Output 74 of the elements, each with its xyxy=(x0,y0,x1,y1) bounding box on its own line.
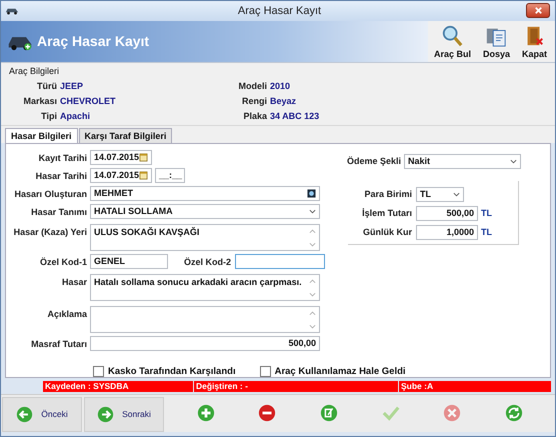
field-label: Türü xyxy=(36,80,57,91)
toolbar-button[interactable]: Dosya xyxy=(476,22,516,62)
field-label: İşlem Tutarı xyxy=(361,208,413,218)
field-label: Hasarı Oluşturan xyxy=(13,188,88,199)
field-label: Hasar (Kaza) Yeri xyxy=(12,226,88,237)
chevron-icon xyxy=(309,208,316,214)
close-icon xyxy=(534,6,542,16)
nav-button[interactable]: Sonraki xyxy=(84,396,164,432)
status-cell: Değiştiren : - xyxy=(194,380,398,392)
field-label: Plaka xyxy=(242,110,267,121)
tab[interactable]: Hasar Bilgileri xyxy=(5,128,78,144)
text-field[interactable] xyxy=(235,254,326,269)
section-title: Araç Bilgileri xyxy=(9,66,60,76)
field-value: 34 ABC 123 xyxy=(270,110,320,121)
amount-field[interactable]: 500,00 xyxy=(416,206,478,221)
minus-icon xyxy=(258,404,276,422)
status-cell: Şube :A xyxy=(399,380,551,392)
field-label: Markası xyxy=(22,96,57,106)
date-field[interactable]: 14.07.2015 xyxy=(90,168,152,183)
field-label: Para Birimi xyxy=(363,189,413,200)
dropdown[interactable]: HATALI SOLLAMA xyxy=(90,204,320,219)
cross-icon xyxy=(443,404,462,422)
car-icon xyxy=(5,6,19,16)
field-label: Açıklama xyxy=(46,308,88,319)
magnifier-icon xyxy=(441,24,464,47)
nav-button[interactable]: Önceki xyxy=(2,396,82,432)
field-value: CHEVROLET xyxy=(60,96,116,106)
field-value: Beyaz xyxy=(270,96,296,106)
calendar-icon xyxy=(139,152,148,162)
currency-unit: TL xyxy=(481,227,492,238)
calendar-icon xyxy=(139,170,148,180)
lookup-field[interactable]: MEHMET xyxy=(90,186,320,201)
lookup-icon xyxy=(307,188,316,198)
tab[interactable]: Karşı Taraf Bilgileri xyxy=(78,128,172,143)
window-title: Araç Hasar Kayıt xyxy=(236,4,322,17)
amount-field[interactable]: 500,00 xyxy=(90,336,320,351)
chevron-icon xyxy=(453,192,460,197)
dropdown[interactable]: TL xyxy=(416,186,464,202)
text-area[interactable]: ULUS SOKAĞI KAVŞAĞI xyxy=(90,224,320,251)
date-field[interactable]: 14.07.2015 xyxy=(90,150,152,165)
toolbar-button[interactable]: Kapat xyxy=(516,22,553,62)
field-label: Hasar xyxy=(60,276,88,287)
field-value: 2010 xyxy=(270,80,290,91)
time-field[interactable]: __:__ xyxy=(155,168,186,183)
field-value: Apachi xyxy=(60,110,90,121)
field-value: JEEP xyxy=(60,80,84,91)
currency-unit: TL xyxy=(481,208,492,218)
checkbox[interactable]: Araç Kullanılamaz Hale Geldi xyxy=(260,366,406,377)
field-label: Özel Kod-2 xyxy=(184,256,232,267)
header-title: Araç Hasar Kayıt xyxy=(37,33,150,50)
amount-field[interactable]: 1,0000 xyxy=(416,224,478,240)
field-label: Masraf Tutarı xyxy=(30,338,88,349)
field-label: Ödeme Şekli xyxy=(346,156,402,166)
chevron-icon xyxy=(510,158,517,164)
field-label: Rengi xyxy=(240,96,267,106)
field-label: Hasar Tanımı xyxy=(30,206,88,217)
checkmark-icon xyxy=(382,404,400,422)
edit-icon xyxy=(320,404,338,422)
field-label: Tipi xyxy=(40,110,57,121)
field-label: Özel Kod-1 xyxy=(38,256,88,267)
status-cell: Kaydeden : SYSDBA xyxy=(43,380,193,392)
text-field[interactable]: GENEL xyxy=(90,254,168,269)
field-label: Günlük Kur xyxy=(362,227,413,238)
plus-icon xyxy=(196,404,215,422)
text-area[interactable] xyxy=(90,306,320,333)
close-button[interactable] xyxy=(526,3,550,18)
field-label: Modeli xyxy=(238,80,267,91)
field-label: Hasar Tarihi xyxy=(34,170,88,181)
dropdown[interactable]: Nakit xyxy=(404,154,521,169)
field-label: Kayıt Tarihi xyxy=(38,152,88,163)
checkbox[interactable]: Kasko Tarafından Karşılandı xyxy=(93,366,236,377)
text-area[interactable]: Hatalı sollama sonucu arkadaki aracın çarpması. xyxy=(90,274,320,301)
refresh-icon xyxy=(505,404,524,422)
toolbar-button[interactable]: Araç Bul xyxy=(428,22,477,62)
